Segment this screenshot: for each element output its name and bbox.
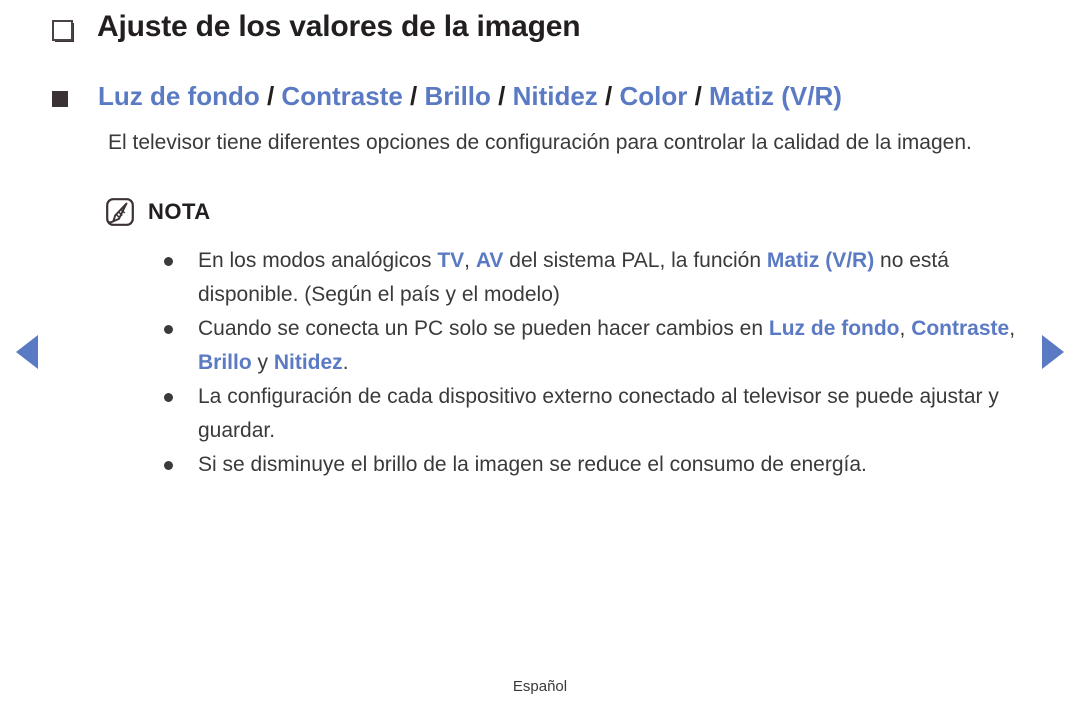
menu-term: Luz de fondo [768, 317, 900, 340]
note-label: NOTA [148, 199, 211, 224]
menu-term: AV [475, 249, 504, 272]
menu-path-item: Luz de fondo [98, 81, 260, 111]
menu-path-item: Nitidez [512, 81, 598, 111]
note-list: En los modos analógicos TV, AV del siste… [164, 244, 1034, 482]
page-title: Ajuste de los valores de la imagen [97, 10, 581, 43]
note-list-item: Si se disminuye el brillo de la imagen s… [164, 448, 1034, 482]
menu-term: Nitidez [273, 351, 343, 374]
note-text-segment: , [1009, 317, 1016, 340]
note-text-segment: del sistema PAL, la función [503, 249, 767, 272]
note-text-segment: , [899, 317, 912, 340]
note-text-segment: Si se disminuye el brillo de la imagen s… [198, 453, 867, 476]
menu-path-item: Contraste [281, 81, 403, 111]
bullet-dot-icon [164, 393, 173, 402]
menu-path-separator: / [402, 81, 425, 111]
bullet-dot-icon [164, 325, 173, 334]
hollow-square-bullet-icon [52, 20, 75, 43]
menu-path-item: Color [619, 81, 688, 111]
previous-page-arrow-icon[interactable] [16, 335, 38, 369]
menu-path-separator: / [687, 81, 710, 111]
note-text-segment: . [342, 351, 349, 374]
body-paragraph: El televisor tiene diferentes opciones d… [108, 131, 972, 154]
note-text-segment: La configuración de cada dispositivo ext… [198, 385, 999, 442]
note-text-segment: y [251, 351, 274, 374]
note-list-item: En los modos analógicos TV, AV del siste… [164, 244, 1034, 312]
note-text-segment: , [464, 249, 476, 272]
menu-term: Matiz (V/R) [766, 249, 875, 272]
menu-path-separator: / [597, 81, 620, 111]
note-heading: NOTA [106, 198, 211, 226]
subheading-row: Luz de fondo / Contraste / Brillo / Niti… [52, 80, 1020, 114]
note-item-text: Cuando se conecta un PC solo se pueden h… [198, 312, 1034, 380]
menu-path-separator: / [259, 81, 282, 111]
menu-path-item: Matiz (V/R) [709, 81, 842, 111]
next-page-arrow-icon[interactable] [1042, 335, 1064, 369]
note-item-text: La configuración de cada dispositivo ext… [198, 380, 1034, 448]
menu-term: Brillo [198, 351, 252, 374]
menu-term: Contraste [911, 317, 1010, 340]
menu-path-subheading: Luz de fondo / Contraste / Brillo / Niti… [98, 80, 842, 114]
note-text-segment: Cuando se conecta un PC solo se pueden h… [198, 317, 769, 340]
page-title-row: Ajuste de los valores de la imagen [52, 8, 1020, 46]
menu-path-item: Brillo [424, 81, 491, 111]
manual-page: Ajuste de los valores de la imagen Luz d… [0, 0, 1080, 705]
menu-term: TV [437, 249, 465, 272]
note-list-item: Cuando se conecta un PC solo se pueden h… [164, 312, 1034, 380]
note-item-text: En los modos analógicos TV, AV del siste… [198, 244, 1034, 312]
note-text-segment: En los modos analógicos [198, 249, 438, 272]
note-item-text: Si se disminuye el brillo de la imagen s… [198, 448, 1034, 482]
menu-path-separator: / [490, 81, 513, 111]
note-pen-icon [106, 198, 134, 226]
filled-square-bullet-icon [52, 91, 68, 107]
bullet-dot-icon [164, 257, 173, 266]
note-list-item: La configuración de cada dispositivo ext… [164, 380, 1034, 448]
footer-language-label: Español [512, 678, 568, 695]
bullet-dot-icon [164, 461, 173, 470]
